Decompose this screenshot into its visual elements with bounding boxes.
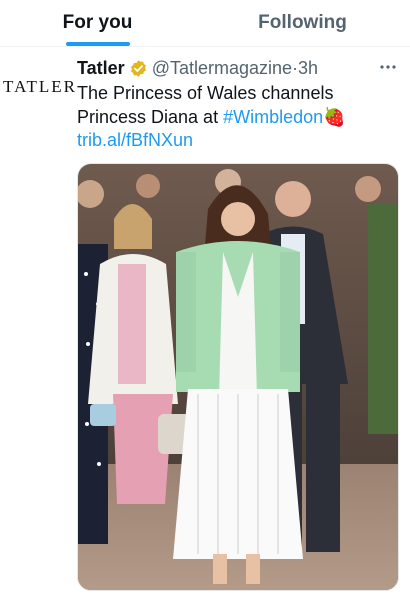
active-tab-indicator: [66, 42, 130, 46]
avatar[interactable]: TATLER: [3, 72, 75, 102]
author-handle[interactable]: @Tatlermagazine: [152, 58, 292, 79]
tab-for-you-label: For you: [62, 12, 133, 33]
tab-following-label: Following: [258, 12, 347, 33]
tweet-text-line-2: Princess Diana at #Wimbledon🍓: [77, 106, 402, 130]
author-name[interactable]: Tatler: [77, 58, 125, 79]
tab-following[interactable]: Following: [205, 0, 400, 46]
avatar-wordmark: TATLER: [3, 77, 77, 96]
hashtag-link[interactable]: #Wimbledon: [223, 107, 323, 127]
verified-badge-icon: [129, 59, 148, 78]
tweet-media-photo[interactable]: [77, 163, 399, 591]
tweet-text-line-2-text: Princess Diana at: [77, 106, 219, 127]
tweet-header: Tatler @Tatlermagazine · 3h: [77, 56, 318, 80]
tweet-text-line-1: The Princess of Wales channels: [77, 83, 334, 103]
strawberry-emoji-icon: 🍓: [323, 106, 346, 127]
more-options-icon[interactable]: [376, 58, 400, 76]
url-link[interactable]: trib.al/fBfNXun: [77, 129, 402, 153]
tweet-text: The Princess of Wales channels Princess …: [77, 82, 402, 153]
tab-for-you[interactable]: For you: [0, 0, 195, 46]
photo-illustration: [78, 164, 398, 590]
tweet-timestamp[interactable]: 3h: [298, 58, 318, 79]
timeline-tabs: For you Following: [0, 0, 410, 47]
